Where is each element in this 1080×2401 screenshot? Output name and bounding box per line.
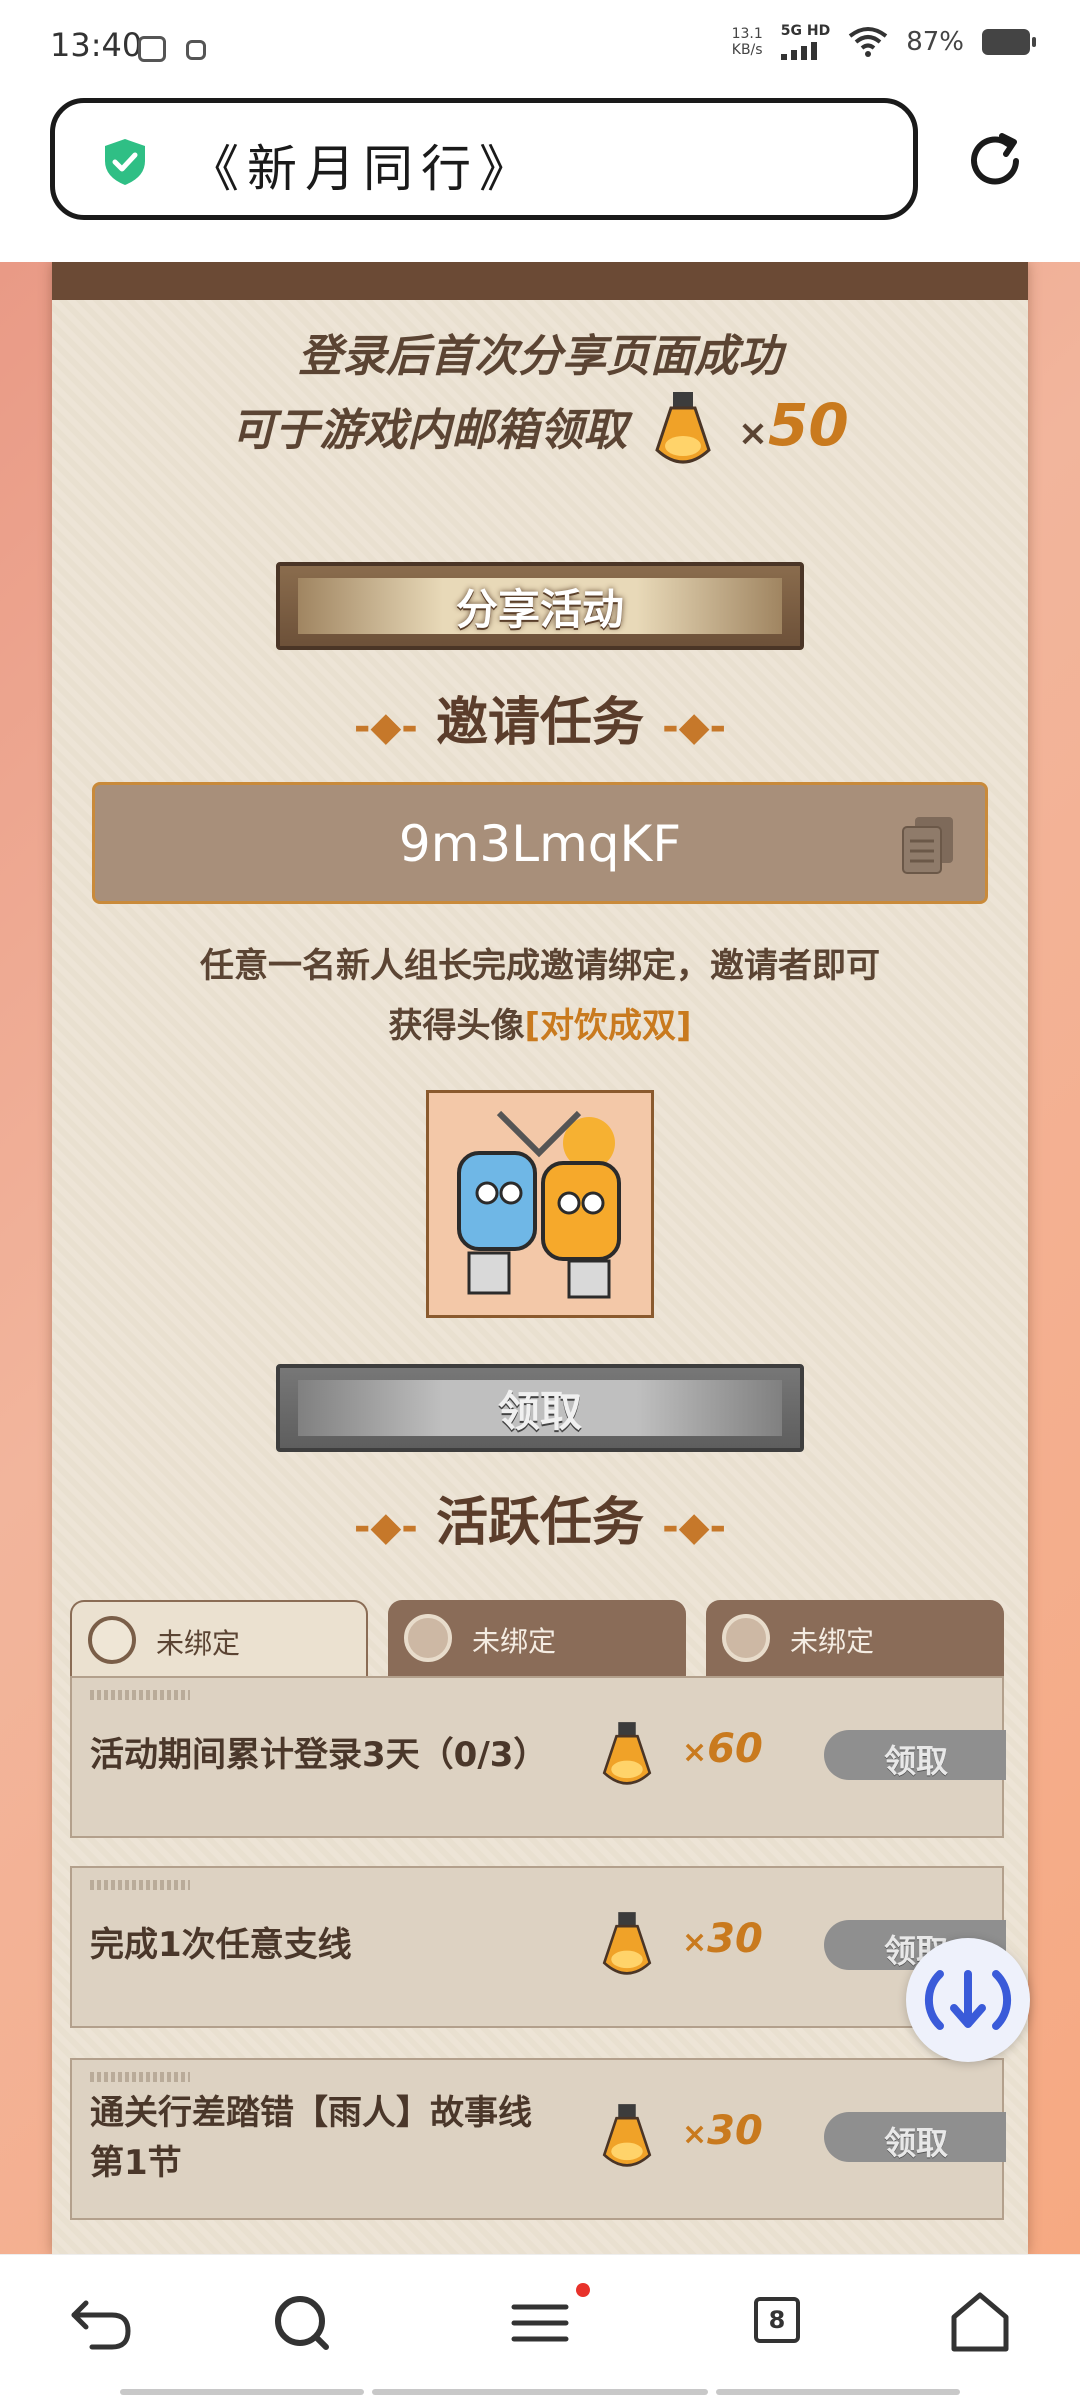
share-event-button-label: 分享活动	[455, 584, 624, 634]
reward-multiplier: ×	[737, 413, 769, 454]
task-reward: ×60	[682, 1726, 763, 1772]
download-icon	[924, 1970, 1012, 2030]
page-title: 《新月同行》	[189, 140, 537, 198]
invite-code-box[interactable]: 9m3LmqKF	[92, 782, 988, 904]
active-section-title-text: 活跃任务	[435, 1493, 644, 1553]
title-ornament-right: -◆-	[662, 1504, 727, 1550]
status-bar: 13:40 13.1 KB/s 5G HD 87%	[0, 0, 1080, 96]
task-text-line2: 第1节	[90, 2143, 182, 2183]
back-icon[interactable]	[62, 2283, 142, 2363]
menu-badge-dot	[576, 2283, 590, 2297]
invite-section-title: -◆- 邀请任务 -◆-	[52, 680, 1028, 755]
potion-reward-icon	[602, 1722, 652, 1785]
task-text: 通关行差踏错【雨人】故事线 第1节	[90, 2088, 532, 2188]
claim-avatar-button[interactable]: 领取	[276, 1364, 804, 1452]
network-speed-value: 13.1	[731, 26, 763, 42]
invite-description-prefix: 获得头像	[388, 1006, 525, 1046]
task-text-line1: 通关行差踏错【雨人】故事线	[90, 2093, 532, 2133]
task-reward: ×30	[682, 2108, 763, 2154]
address-bar[interactable]: 《新月同行》	[50, 98, 918, 220]
shield-check-icon	[105, 139, 145, 185]
battery-icon	[982, 29, 1036, 55]
potion-reward-icon	[602, 2104, 652, 2167]
share-event-button[interactable]: 分享活动	[276, 562, 804, 650]
status-time: 13:40	[50, 26, 143, 64]
radio-icon	[404, 1614, 452, 1662]
invite-section-title-text: 邀请任务	[435, 693, 644, 753]
tab-label: 未绑定	[156, 1627, 241, 1660]
wifi-icon	[848, 27, 888, 57]
task-reward: ×30	[682, 1916, 763, 1962]
card-decoration	[90, 1880, 190, 1890]
task-reward-count: 30	[707, 2108, 763, 2154]
tabs-count-button[interactable]: 8	[754, 2297, 800, 2343]
tab-bind-slot-2[interactable]: 未绑定	[388, 1600, 686, 1676]
reload-icon[interactable]	[962, 128, 1028, 194]
network-type: 5G HD	[780, 23, 831, 39]
task-reward-x: ×	[682, 1735, 708, 1770]
invite-description-line1: 任意一名新人组长完成邀请绑定，邀请者即可	[200, 946, 880, 986]
tab-bind-slot-3[interactable]: 未绑定	[706, 1600, 1004, 1676]
cell-signal: 5G HD	[780, 23, 831, 60]
signal-bars-icon	[780, 38, 817, 60]
card-decoration	[90, 2072, 190, 2082]
card-decoration	[90, 1690, 190, 1700]
notification-small-icon	[186, 40, 206, 60]
radio-icon	[722, 1614, 770, 1662]
title-ornament-left: -◆-	[353, 1504, 418, 1550]
radio-icon	[88, 1616, 136, 1664]
menu-icon[interactable]	[500, 2283, 580, 2363]
invite-code: 9m3LmqKF	[398, 815, 682, 873]
network-speed-unit: KB/s	[731, 42, 763, 58]
task-card: 活动期间累计登录3天（0/3） ×60 领取	[70, 1676, 1006, 1838]
event-paper-panel: 登录后首次分享页面成功 可于游戏内邮箱领取 ×50 分享活动 -◆- 邀请任务 …	[52, 262, 1028, 2254]
claim-avatar-button-label: 领取	[497, 1386, 582, 1436]
download-fab[interactable]	[906, 1938, 1030, 2062]
potion-reward-icon	[654, 392, 711, 464]
invite-description-line2: 获得头像[对饮成双]	[52, 996, 1028, 1056]
task-claim-button-label: 领取	[884, 1742, 949, 1780]
tab-bind-slot-1[interactable]: 未绑定	[70, 1600, 368, 1676]
task-reward-x: ×	[682, 2117, 708, 2152]
active-section-title: -◆- 活跃任务 -◆-	[52, 1480, 1028, 1555]
potion-reward-icon	[602, 1912, 652, 1975]
title-ornament-left: -◆-	[353, 704, 418, 750]
bottom-nav: 8	[0, 2254, 1080, 2401]
share-note-line1: 登录后首次分享页面成功	[298, 331, 782, 382]
gesture-bar-center	[372, 2389, 708, 2395]
gesture-bar-left	[120, 2389, 364, 2395]
tab-label: 未绑定	[790, 1625, 875, 1658]
share-note-line2-text: 可于游戏内邮箱领取	[231, 405, 628, 456]
task-text: 完成1次任意支线	[90, 1925, 352, 1965]
task-reward-x: ×	[682, 1925, 708, 1960]
title-ornament-right: -◆-	[662, 704, 727, 750]
tab-label: 未绑定	[472, 1625, 557, 1658]
task-claim-button[interactable]: 领取	[824, 1730, 1006, 1780]
task-reward-count: 30	[707, 1916, 763, 1962]
task-text: 活动期间累计登录3天（0/3）	[90, 1735, 548, 1775]
battery-percent: 87%	[906, 27, 964, 57]
status-right: 13.1 KB/s 5G HD 87%	[732, 23, 1036, 60]
avatar-illustration	[429, 1093, 651, 1315]
reward-count: 50	[768, 391, 849, 459]
search-icon[interactable]	[262, 2283, 342, 2363]
avatar-reward-image	[426, 1090, 654, 1318]
share-note-line2: 可于游戏内邮箱领取 ×50	[52, 388, 1028, 478]
task-card: 完成1次任意支线 ×30 领取	[70, 1866, 1006, 2028]
gesture-bar-right	[716, 2389, 960, 2395]
panel-top-edge	[52, 262, 1028, 300]
task-reward-count: 60	[707, 1726, 763, 1772]
copy-icon[interactable]	[901, 815, 955, 877]
task-card: 通关行差踏错【雨人】故事线 第1节 ×30 领取	[70, 2058, 1006, 2220]
avatar-reward-name: [对饮成双]	[524, 1006, 692, 1046]
task-claim-button[interactable]: 领取	[824, 2112, 1006, 2162]
task-claim-button-label: 领取	[884, 2124, 949, 2162]
network-speed: 13.1 KB/s	[732, 26, 763, 58]
home-icon[interactable]	[940, 2283, 1020, 2363]
notification-app-icon	[138, 36, 166, 62]
